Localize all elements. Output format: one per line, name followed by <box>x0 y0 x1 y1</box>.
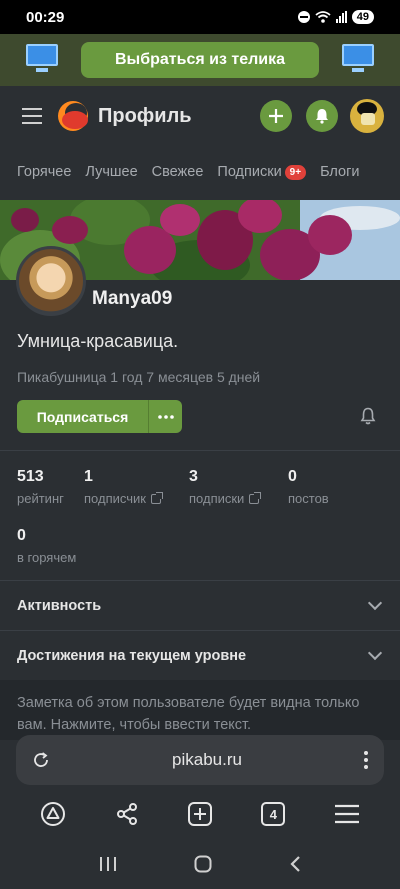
reload-icon[interactable] <box>32 751 50 769</box>
escape-tv-button[interactable]: Выбраться из телика <box>81 42 319 78</box>
share-icon[interactable] <box>115 802 139 826</box>
stat-subscribers[interactable]: 1 подписчик <box>84 468 163 506</box>
section-activity-label: Активность <box>17 597 102 614</box>
browser-url-bar[interactable]: pikabu.ru <box>16 735 384 785</box>
stat-label: подписки <box>189 491 245 506</box>
url-text[interactable]: pikabu.ru <box>50 750 364 770</box>
external-link-icon <box>249 491 262 504</box>
tabs-count-button[interactable]: 4 <box>261 802 286 826</box>
app-header: Профиль <box>0 86 400 146</box>
stat-value: 1 <box>84 468 93 485</box>
stat-value: 3 <box>189 468 198 485</box>
dots-icon <box>157 414 174 419</box>
notify-bell-icon[interactable] <box>360 407 376 425</box>
back-icon[interactable] <box>289 855 301 873</box>
tab-fresh[interactable]: Свежее <box>152 164 204 180</box>
tv-icon <box>342 44 374 74</box>
user-note[interactable]: Заметка об этом пользователе будет видна… <box>0 680 400 740</box>
section-activity[interactable]: Активность <box>0 580 400 630</box>
tab-hot[interactable]: Горячее <box>17 164 71 180</box>
pikabu-logo[interactable] <box>58 101 88 131</box>
external-link-icon <box>150 491 163 504</box>
signal-icon <box>335 11 347 23</box>
recent-apps-icon[interactable] <box>99 856 117 872</box>
more-options-button[interactable] <box>148 400 182 433</box>
browser-toolbar: 4 <box>0 790 400 838</box>
add-post-button[interactable] <box>260 100 292 132</box>
section-achievements[interactable]: Достижения на текущем уровне <box>0 630 400 680</box>
stat-value: 0 <box>288 468 297 485</box>
subscribe-group: Подписаться <box>17 400 182 433</box>
chevron-down-icon <box>367 645 383 660</box>
stat-hot: 0 в горячем <box>17 527 76 565</box>
status-icons: 49 <box>297 10 374 24</box>
tab-best[interactable]: Лучшее <box>85 164 137 180</box>
subscriptions-badge: 9+ <box>284 164 307 180</box>
stat-label: в горячем <box>17 550 77 565</box>
do-not-disturb-icon <box>297 11 310 23</box>
page-title: Профиль <box>98 104 192 127</box>
browser-home-icon[interactable] <box>40 801 66 827</box>
tab-subscriptions-label: Подписки <box>217 164 282 180</box>
stat-value: 513 <box>17 468 44 485</box>
stat-value: 0 <box>17 527 26 544</box>
tab-blogs[interactable]: Блоги <box>320 164 359 180</box>
system-nav-bar <box>0 838 400 889</box>
stat-label: постов <box>288 491 329 506</box>
member-since: Пикабушница 1 год 7 месяцев 5 дней <box>17 369 261 385</box>
battery-indicator: 49 <box>351 10 374 24</box>
stat-label: подписчик <box>84 491 146 506</box>
stat-posts: 0 постов <box>288 468 329 506</box>
feed-tabs: Горячее Лучшее Свежее Подписки 9+ Блоги <box>0 150 400 194</box>
status-bar: 00:29 49 <box>0 0 400 34</box>
bell-icon <box>316 109 328 124</box>
user-avatar[interactable] <box>350 99 384 133</box>
new-tab-icon[interactable] <box>187 801 213 827</box>
subscribe-button[interactable]: Подписаться <box>17 409 148 425</box>
tv-icon <box>26 44 58 74</box>
home-icon[interactable] <box>194 855 212 873</box>
divider <box>0 450 400 451</box>
plus-icon <box>269 109 283 123</box>
hamburger-menu-icon[interactable] <box>334 804 360 824</box>
promo-banner: Выбраться из телика <box>0 34 400 86</box>
stat-label: рейтинг <box>17 491 64 506</box>
tab-subscriptions[interactable]: Подписки 9+ <box>217 164 307 180</box>
menu-icon[interactable] <box>22 108 42 124</box>
profile-status: Умница-красавица. <box>17 331 179 351</box>
wifi-icon <box>315 11 331 23</box>
section-achievements-label: Достижения на текущем уровне <box>17 647 247 664</box>
chevron-down-icon <box>367 595 383 610</box>
stat-rating: 513 рейтинг <box>17 468 64 506</box>
browser-menu-icon[interactable] <box>364 751 368 769</box>
status-time: 00:29 <box>26 8 65 26</box>
stat-subscriptions[interactable]: 3 подписки <box>189 468 262 506</box>
profile-username: Manya09 <box>92 288 173 309</box>
profile-avatar[interactable] <box>16 246 86 316</box>
notifications-button[interactable] <box>306 100 338 132</box>
